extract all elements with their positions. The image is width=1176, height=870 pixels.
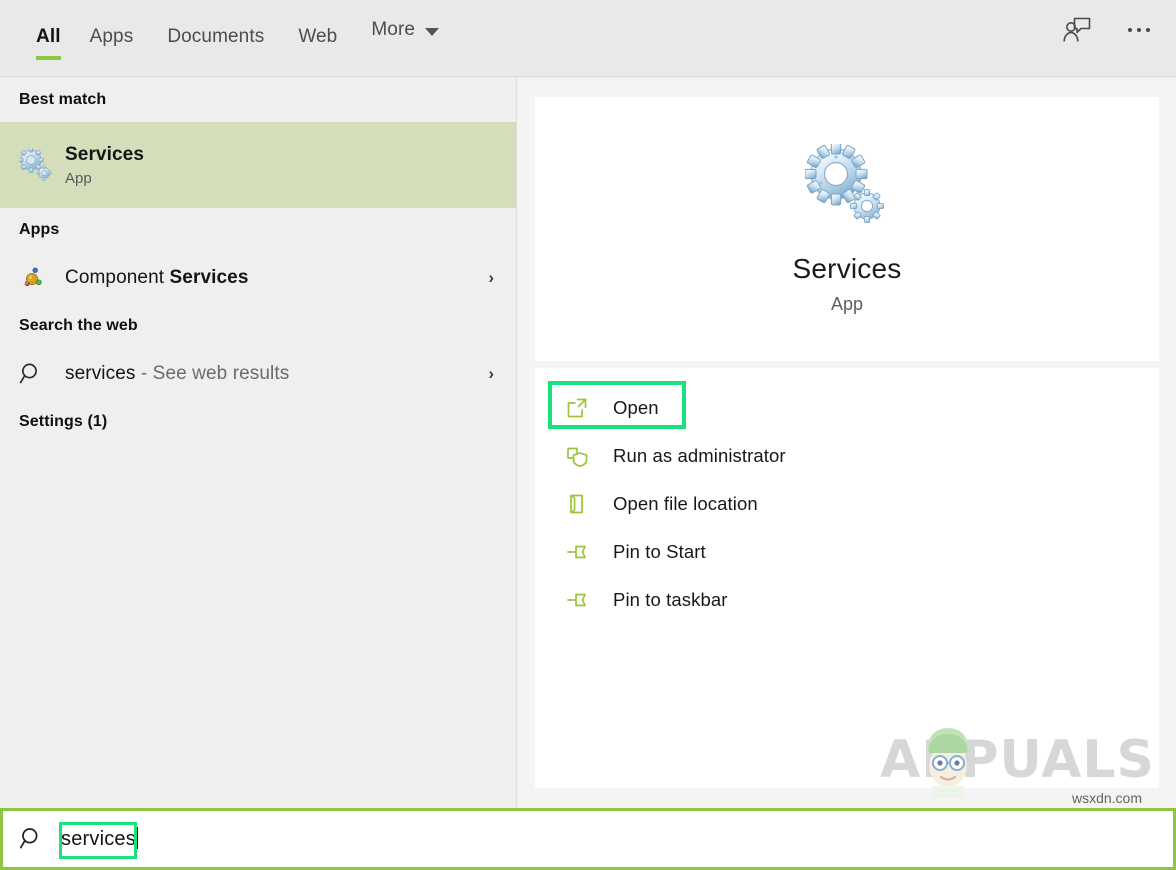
search-window: All Apps Documents Web More Best match S… xyxy=(0,0,1176,870)
chevron-down-icon xyxy=(425,27,440,36)
tabbar-actions xyxy=(1060,0,1156,60)
action-open[interactable]: Open xyxy=(535,384,1159,432)
search-input-value: services xyxy=(61,828,136,850)
tab-more-label: More xyxy=(371,19,416,40)
tab-apps-label: Apps xyxy=(89,26,134,47)
result-web-search[interactable]: services - See web results › xyxy=(0,348,516,400)
search-bar[interactable]: services xyxy=(0,808,1176,870)
action-pin-to-taskbar[interactable]: Pin to taskbar xyxy=(535,576,1159,624)
result-text: Services App xyxy=(65,143,498,188)
search-icon-wrap xyxy=(3,826,61,852)
active-tab-underline xyxy=(36,56,61,60)
more-options-button[interactable] xyxy=(1122,13,1156,47)
pin-icon xyxy=(567,545,586,559)
action-pin-to-start[interactable]: Pin to Start xyxy=(535,528,1159,576)
tab-documents[interactable]: Documents xyxy=(150,0,281,77)
result-text: services - See web results xyxy=(65,362,488,386)
tab-apps[interactable]: Apps xyxy=(73,0,151,77)
result-title: services - See web results xyxy=(65,362,488,386)
action-icon xyxy=(565,444,613,468)
tab-documents-label: Documents xyxy=(167,26,265,47)
result-icon xyxy=(19,265,65,291)
preview-pane: Services App Open Run as administrator O… xyxy=(518,78,1176,808)
result-icon xyxy=(19,148,65,182)
feedback-person-icon xyxy=(1063,17,1091,42)
tab-list: All Apps Documents Web More xyxy=(24,0,456,77)
section-header-search-the-web: Search the web xyxy=(19,317,138,334)
preview-app-icon-wrap xyxy=(804,142,889,231)
component-services-icon xyxy=(23,267,42,287)
action-label: Open xyxy=(613,397,659,418)
action-icon xyxy=(565,396,613,420)
action-icon xyxy=(565,588,613,612)
result-component-services[interactable]: Component Services › xyxy=(0,252,516,304)
result-subtitle: App xyxy=(65,170,92,188)
search-icon xyxy=(19,828,38,849)
text-caret xyxy=(136,827,138,849)
preview-actions-card: Open Run as administrator Open file loca… xyxy=(535,368,1159,788)
preview-app-name: Services xyxy=(792,252,902,284)
chevron-right-icon[interactable]: › xyxy=(488,364,498,384)
tab-all-label: All xyxy=(36,26,61,47)
pin-icon xyxy=(567,593,586,607)
chevron-right-icon[interactable]: › xyxy=(488,268,498,288)
action-open-file-location[interactable]: Open file location xyxy=(535,480,1159,528)
search-tabbar: All Apps Documents Web More xyxy=(0,0,1176,77)
folder-icon xyxy=(570,494,583,514)
ellipsis-icon xyxy=(1128,28,1150,32)
result-title: Component Services xyxy=(65,266,488,290)
result-text: Component Services xyxy=(65,266,488,290)
gears-icon xyxy=(804,142,884,223)
section-header-settings: Settings (1) xyxy=(19,413,108,430)
action-label: Run as administrator xyxy=(613,445,786,466)
action-icon xyxy=(565,540,613,564)
action-label: Open file location xyxy=(613,493,758,514)
result-icon xyxy=(19,361,65,387)
results-list: Best match Services App Apps Component S… xyxy=(0,78,517,808)
tab-more[interactable]: More xyxy=(354,0,456,60)
action-label: Pin to Start xyxy=(613,541,706,562)
open-external-icon xyxy=(567,398,587,418)
tab-all[interactable]: All xyxy=(24,0,73,77)
action-icon xyxy=(565,492,613,516)
section-header-best-match: Best match xyxy=(19,91,107,108)
gears-icon xyxy=(19,148,52,181)
result-title-match: Services xyxy=(169,267,249,289)
search-input[interactable]: services xyxy=(61,827,138,851)
section-header-apps: Apps xyxy=(19,221,60,238)
action-label: Pin to taskbar xyxy=(613,589,728,610)
result-title-prefix: Component xyxy=(65,267,170,289)
shield-run-icon xyxy=(567,447,588,468)
result-best-match-services[interactable]: Services App xyxy=(0,122,516,208)
result-web-query: services xyxy=(65,363,136,385)
preview-app-kind: App xyxy=(830,293,864,314)
tab-web-label: Web xyxy=(298,26,338,47)
feedback-button[interactable] xyxy=(1060,13,1094,47)
search-icon xyxy=(19,363,37,384)
result-web-suffix: - See web results xyxy=(135,363,290,385)
tab-web[interactable]: Web xyxy=(281,0,354,77)
action-run-as-administrator[interactable]: Run as administrator xyxy=(535,432,1159,480)
result-title: Services xyxy=(65,143,144,165)
preview-header-card: Services App xyxy=(535,97,1159,361)
